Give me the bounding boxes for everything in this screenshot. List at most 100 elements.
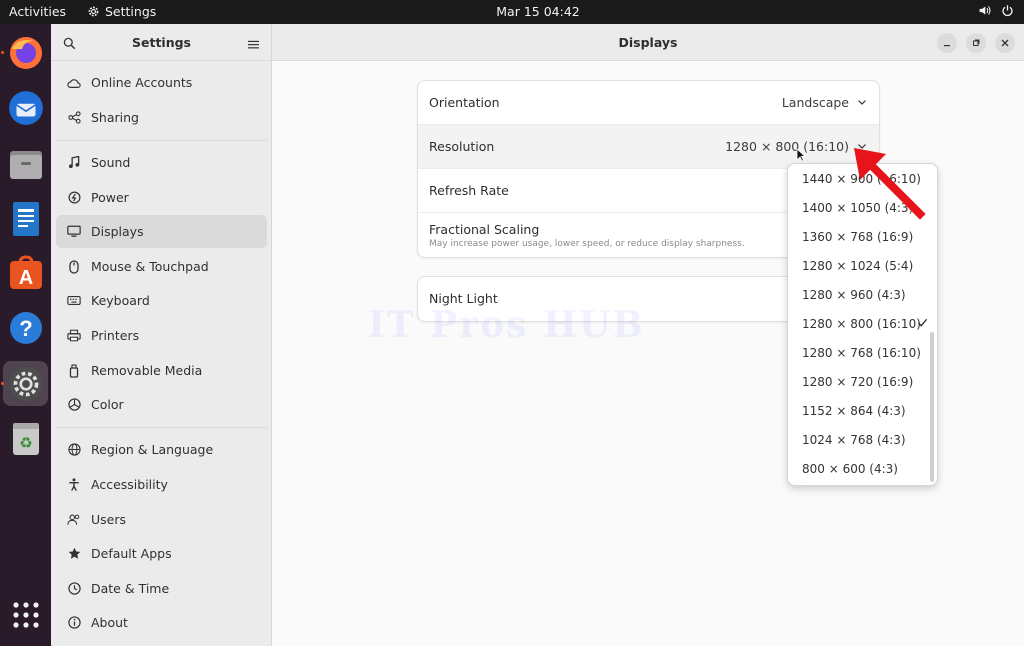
- page-title: Displays: [618, 35, 678, 50]
- monitor-icon: [67, 225, 81, 239]
- mouse-pointer-icon: [796, 148, 806, 162]
- sidebar-item-label: Sharing: [91, 110, 139, 125]
- dock-settings[interactable]: [3, 361, 48, 406]
- dock-trash[interactable]: ♻: [3, 416, 48, 461]
- sidebar-item-accessibility[interactable]: Accessibility: [56, 468, 267, 501]
- thunderbird-icon: [8, 90, 43, 125]
- top-bar: Activities Settings Mar 15 04:42: [0, 0, 1024, 24]
- dock-app-center[interactable]: A: [3, 250, 48, 295]
- sidebar-title: Settings: [131, 35, 191, 50]
- sidebar-item-removable-media[interactable]: Removable Media: [56, 354, 267, 387]
- dock-writer[interactable]: [3, 196, 48, 241]
- printer-icon: [67, 329, 81, 343]
- close-button[interactable]: [995, 33, 1015, 53]
- sidebar-item-label: Users: [91, 512, 127, 527]
- dock-firefox[interactable]: [3, 30, 48, 75]
- resolution-option[interactable]: 1280 × 960 (4:3): [788, 280, 928, 309]
- resolution-option[interactable]: 1280 × 720 (16:9): [788, 367, 928, 396]
- maximize-button[interactable]: [966, 33, 986, 53]
- speaker-icon: [979, 6, 991, 15]
- cloud-icon: [67, 76, 81, 90]
- sidebar-item-displays[interactable]: Displays: [56, 215, 267, 248]
- sidebar-item-online-accounts[interactable]: Online Accounts: [56, 66, 267, 99]
- sidebar-item-mouse-touchpad[interactable]: Mouse & Touchpad: [56, 250, 267, 283]
- sidebar-item-keyboard[interactable]: Keyboard: [56, 284, 267, 317]
- sidebar-item-label: About: [91, 615, 128, 630]
- orientation-value[interactable]: Landscape: [782, 95, 849, 110]
- resolution-option-label: 1280 × 800 (16:10): [802, 316, 921, 331]
- resolution-option[interactable]: 800 × 600 (4:3): [788, 454, 928, 483]
- dock-thunderbird[interactable]: [3, 85, 48, 130]
- show-apps-icon: [12, 601, 39, 628]
- help-icon: ?: [9, 311, 42, 344]
- sidebar-item-date-time[interactable]: Date & Time: [56, 572, 267, 605]
- sidebar-header: Settings: [51, 24, 271, 61]
- restore-icon: [973, 39, 980, 46]
- sidebar-item-power[interactable]: Power: [56, 181, 267, 214]
- resolution-option-selected[interactable]: 1280 × 800 (16:10): [788, 309, 928, 338]
- dock-show-apps[interactable]: [3, 592, 48, 637]
- resolution-option[interactable]: 1360 × 768 (16:9): [788, 222, 928, 251]
- sidebar: Settings Online Accounts Sharing Sound P…: [51, 24, 272, 646]
- power-icon: [1002, 5, 1013, 17]
- sidebar-item-label: Power: [91, 190, 129, 205]
- minimize-button[interactable]: [937, 33, 957, 53]
- sidebar-item-sound[interactable]: Sound: [56, 146, 267, 179]
- dock-files[interactable]: [3, 141, 48, 186]
- dock: A ? ♻: [0, 24, 51, 646]
- svg-text:♻: ♻: [19, 434, 32, 452]
- sidebar-item-about[interactable]: About: [56, 606, 267, 639]
- sidebar-item-color[interactable]: Color: [56, 388, 267, 421]
- color-icon: [67, 398, 81, 412]
- music-note-icon: [67, 156, 81, 170]
- clock[interactable]: Mar 15 04:42: [0, 4, 1024, 19]
- sidebar-item-label: Color: [91, 397, 124, 412]
- keyboard-icon: [67, 294, 81, 308]
- accessibility-icon: [67, 478, 81, 492]
- sidebar-divider: [56, 427, 267, 428]
- sidebar-item-label: Default Apps: [91, 546, 172, 561]
- fractional-scaling-label: Fractional Scaling: [429, 222, 540, 237]
- resolution-value[interactable]: 1280 × 800 (16:10): [725, 139, 849, 154]
- sidebar-item-printers[interactable]: Printers: [56, 319, 267, 352]
- resolution-option[interactable]: 1280 × 768 (16:10): [788, 338, 928, 367]
- fractional-scaling-description: May increase power usage, lower speed, o…: [429, 239, 745, 249]
- resolution-option[interactable]: 1024 × 768 (4:3): [788, 425, 928, 454]
- resolution-option[interactable]: 1152 × 864 (4:3): [788, 396, 928, 425]
- refresh-rate-label: Refresh Rate: [429, 183, 509, 198]
- sidebar-item-label: Mouse & Touchpad: [91, 259, 209, 274]
- svg-text:A: A: [18, 267, 32, 289]
- app-center-icon: A: [9, 254, 42, 289]
- orientation-row[interactable]: Orientation Landscape: [418, 81, 879, 125]
- chevron-down-icon: [857, 95, 867, 110]
- svg-text:?: ?: [19, 316, 32, 341]
- usb-icon: [67, 363, 81, 378]
- system-tray[interactable]: [978, 4, 1014, 17]
- checkmark-icon: [917, 317, 928, 331]
- sidebar-item-label: Keyboard: [91, 293, 150, 308]
- resolution-option[interactable]: 1280 × 1024 (5:4): [788, 251, 928, 280]
- hamburger-menu-button[interactable]: [248, 35, 259, 54]
- power-icon: [67, 191, 81, 205]
- star-icon: [67, 547, 81, 561]
- sidebar-item-label: Printers: [91, 328, 140, 343]
- firefox-icon: [9, 36, 42, 69]
- minimize-icon: [944, 45, 950, 47]
- libreoffice-writer-icon: [12, 201, 39, 236]
- share-icon: [67, 111, 81, 125]
- sidebar-item-label: Displays: [91, 224, 144, 239]
- sidebar-item-label: Online Accounts: [91, 75, 193, 90]
- sidebar-item-users[interactable]: Users: [56, 503, 267, 536]
- dropdown-scrollbar[interactable]: [930, 332, 934, 482]
- settings-icon: [8, 366, 43, 401]
- dock-help[interactable]: ?: [3, 305, 48, 350]
- sidebar-item-default-apps[interactable]: Default Apps: [56, 537, 267, 570]
- red-arrow-annotation: [854, 148, 926, 220]
- sidebar-divider: [56, 140, 267, 141]
- sidebar-item-region-language[interactable]: Region & Language: [56, 433, 267, 466]
- sidebar-item-label: Removable Media: [91, 363, 203, 378]
- resolution-label: Resolution: [429, 139, 495, 154]
- info-icon: [67, 616, 81, 630]
- clock-icon: [67, 582, 81, 596]
- sidebar-item-sharing[interactable]: Sharing: [56, 101, 267, 134]
